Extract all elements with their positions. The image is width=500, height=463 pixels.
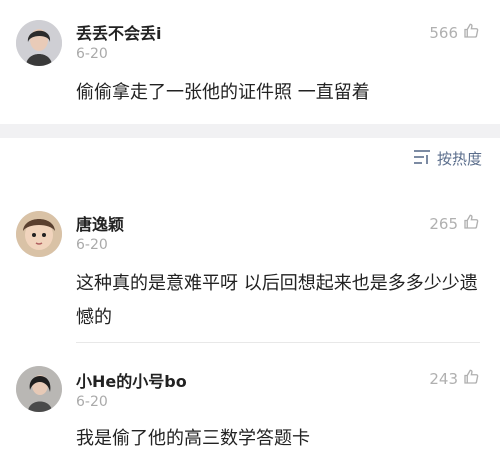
username[interactable]: 小He的小号bo: [76, 368, 187, 392]
sort-button[interactable]: 按热度: [413, 148, 482, 169]
thumbs-up-icon: [462, 368, 480, 390]
username[interactable]: 唐逸颖: [76, 211, 124, 235]
comment-text: 偷偷拿走了一张他的证件照 一直留着: [76, 82, 370, 103]
like-button[interactable]: 265: [429, 213, 480, 235]
comment-text: 这种真的是意难平呀 以后回想起来也是多多少少遗憾的: [76, 273, 478, 328]
thumbs-up-icon: [462, 22, 480, 44]
like-button[interactable]: 243: [429, 368, 480, 390]
comment-2: 唐逸颖 6-20 265 这种真的是意难平呀 以后回想起来也是多多少少遗憾的: [0, 205, 500, 340]
comment-1: 丢丢不会丢i 6-20 566 偷偷拿走了一张他的证件照 一直留着: [0, 0, 500, 124]
thumbs-up-icon: [462, 213, 480, 235]
comment-date: 6-20: [76, 394, 108, 410]
like-count: 243: [429, 370, 458, 388]
sort-label: 按热度: [436, 150, 482, 168]
comment-date: 6-20: [76, 46, 108, 62]
username[interactable]: 丢丢不会丢i: [76, 20, 162, 44]
divider: [76, 342, 480, 343]
section-separator: [0, 124, 500, 138]
sort-icon: [413, 149, 431, 169]
like-button[interactable]: 566: [429, 22, 480, 44]
avatar-image: [16, 366, 62, 412]
comment-date: 6-20: [76, 237, 108, 253]
avatar-image: [16, 211, 62, 257]
comment-3: 小He的小号bo 6-20 243 我是偷了他的高三数学答题卡: [0, 360, 500, 463]
avatar[interactable]: [16, 20, 62, 66]
like-count: 265: [429, 215, 458, 233]
avatar[interactable]: [16, 366, 62, 412]
like-count: 566: [429, 24, 458, 42]
comment-text: 我是偷了他的高三数学答题卡: [76, 428, 310, 449]
avatar[interactable]: [16, 211, 62, 257]
avatar-image: [16, 20, 62, 66]
